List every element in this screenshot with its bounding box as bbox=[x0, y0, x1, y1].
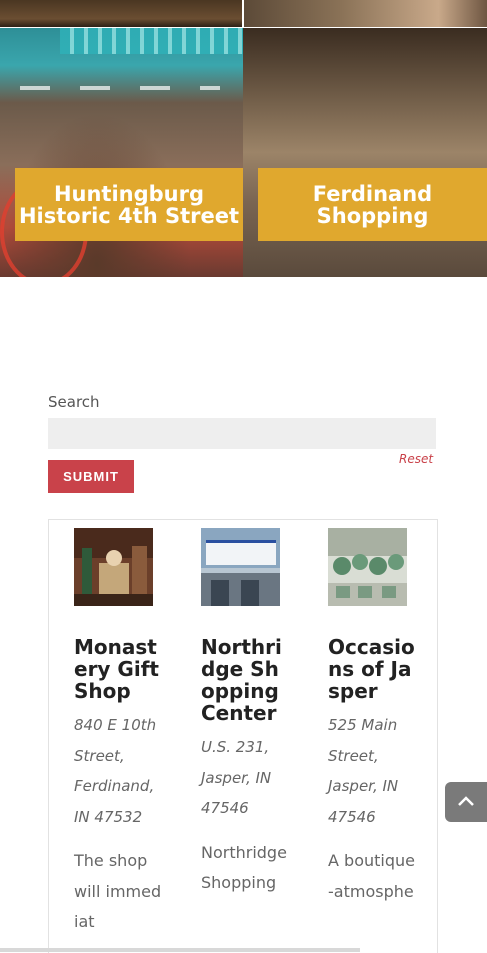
result-address: U.S. 231, Jasper, IN 47546 bbox=[201, 738, 272, 817]
results-panel: Monastery Gift Shop 840 E 10th Street, F… bbox=[48, 519, 438, 953]
reset-link[interactable]: Reset bbox=[399, 452, 433, 466]
result-name[interactable]: Northridge Shopping Center bbox=[201, 636, 291, 724]
result-card[interactable]: Monastery Gift Shop 840 E 10th Street, F… bbox=[74, 528, 164, 938]
result-address: 840 E 10th Street, Ferdinand, IN 47532 bbox=[74, 716, 157, 826]
awning-photo-detail bbox=[60, 28, 243, 54]
tile-title[interactable]: Huntingburg Historic 4th Street bbox=[15, 168, 243, 241]
result-card[interactable]: Occasions of Jasper 525 Main Street, Jas… bbox=[328, 528, 418, 907]
submit-button[interactable]: SUBMIT bbox=[48, 460, 134, 493]
chevron-up-icon bbox=[458, 796, 474, 806]
result-description: Northridge Shopping bbox=[201, 842, 287, 893]
top-image-left bbox=[0, 0, 242, 27]
top-image-right bbox=[244, 0, 487, 27]
result-description: A boutique-atmosphe bbox=[328, 851, 415, 901]
result-description: The shop will immediat bbox=[74, 851, 162, 931]
search-input[interactable] bbox=[48, 418, 436, 449]
back-to-top-button[interactable] bbox=[445, 782, 487, 822]
result-thumbnail[interactable] bbox=[74, 528, 153, 606]
top-image-strip bbox=[0, 0, 487, 27]
tile-ferdinand[interactable]: Ferdinand Shopping bbox=[243, 28, 487, 277]
horizontal-scrollbar[interactable] bbox=[0, 948, 360, 952]
search-title: Search bbox=[48, 393, 100, 411]
tile-huntingburg[interactable]: Huntingburg Historic 4th Street bbox=[0, 28, 243, 277]
result-address: 525 Main Street, Jasper, IN 47546 bbox=[328, 716, 399, 826]
result-card[interactable]: Northridge Shopping Center U.S. 231, Jas… bbox=[201, 528, 291, 899]
result-name[interactable]: Monastery Gift Shop bbox=[74, 636, 164, 702]
tile-title[interactable]: Ferdinand Shopping bbox=[258, 168, 487, 241]
result-thumbnail[interactable] bbox=[328, 528, 407, 606]
result-name[interactable]: Occasions of Jasper bbox=[328, 636, 418, 702]
result-thumbnail[interactable] bbox=[201, 528, 280, 606]
photo-detail bbox=[20, 86, 220, 90]
